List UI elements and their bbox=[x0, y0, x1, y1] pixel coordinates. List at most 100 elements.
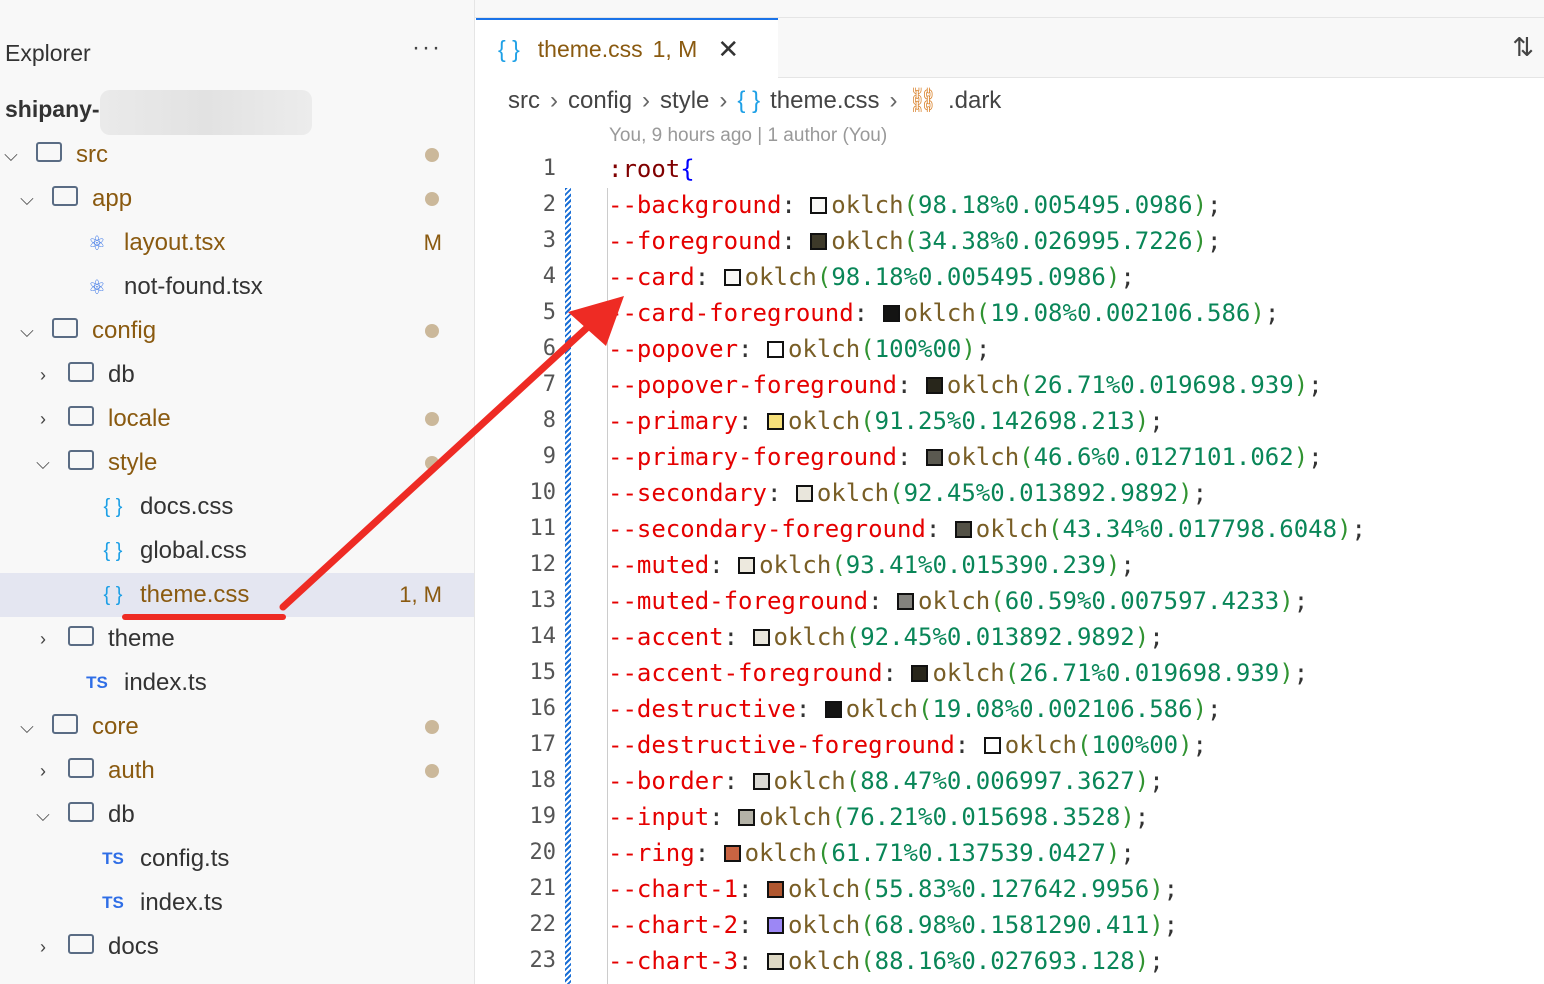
tree-item[interactable]: › theme bbox=[0, 617, 474, 661]
hue: 98.213 bbox=[1048, 407, 1135, 435]
git-blame-codelens[interactable]: You, 9 hours ago | 1 author (You) bbox=[609, 125, 887, 147]
breadcrumb-config[interactable]: config bbox=[568, 87, 632, 115]
tree-item-label: theme.css bbox=[140, 581, 250, 608]
chevron-right-icon[interactable]: › bbox=[33, 761, 53, 782]
tree-item[interactable]: TS index.ts bbox=[0, 661, 474, 705]
chevron-right-icon[interactable]: › bbox=[33, 629, 53, 650]
tree-item[interactable]: TS index.ts bbox=[0, 881, 474, 925]
color-swatch[interactable] bbox=[911, 664, 929, 682]
tree-item-label: auth bbox=[108, 757, 155, 784]
hue: 97.3627 bbox=[1033, 767, 1135, 795]
chevron-down-icon[interactable]: ⌵ bbox=[17, 321, 37, 342]
modified-dot bbox=[425, 456, 439, 470]
tree-item[interactable]: ⌵ style bbox=[0, 441, 474, 485]
code-line: --muted-foreground: oklch(60.59% 0.0075 … bbox=[608, 583, 1308, 619]
line-number: 12 bbox=[529, 552, 557, 577]
code-line: --accent-foreground: oklch(26.71% 0.0196… bbox=[608, 655, 1308, 691]
color-swatch[interactable] bbox=[723, 268, 741, 286]
color-swatch[interactable] bbox=[723, 844, 741, 862]
tree-item[interactable]: ⌵ src bbox=[0, 133, 474, 177]
chevron-right-icon[interactable]: › bbox=[33, 937, 53, 958]
chevron-down-icon[interactable]: ⌵ bbox=[33, 805, 53, 826]
tree-item[interactable]: › docs bbox=[0, 925, 474, 969]
tree-item[interactable]: › locale bbox=[0, 397, 474, 441]
color-swatch[interactable] bbox=[766, 916, 784, 934]
tree-item[interactable]: ⌵ config bbox=[0, 309, 474, 353]
css-variable-name: --popover-foreground bbox=[608, 371, 897, 399]
color-swatch[interactable] bbox=[925, 376, 943, 394]
code-line: --background: oklch(98.18% 0.0054 95.098… bbox=[608, 187, 1221, 223]
tree-item[interactable]: { } global.css bbox=[0, 529, 474, 573]
breadcrumb-dark[interactable]: .dark bbox=[948, 87, 1001, 115]
modified-dot bbox=[425, 764, 439, 778]
css-file-icon: { } bbox=[103, 495, 123, 518]
color-swatch[interactable] bbox=[810, 232, 828, 250]
hue: 0 bbox=[1163, 731, 1179, 759]
chevron-right-icon[interactable]: › bbox=[33, 365, 53, 386]
breadcrumb-src[interactable]: src bbox=[508, 87, 540, 115]
color-swatch[interactable] bbox=[752, 772, 770, 790]
line-number: 16 bbox=[529, 696, 557, 721]
more-actions-button[interactable]: ··· bbox=[412, 34, 442, 62]
css-variable-name: --chart-3 bbox=[608, 947, 739, 975]
color-swatch[interactable] bbox=[766, 340, 784, 358]
color-swatch[interactable] bbox=[795, 484, 813, 502]
tree-item[interactable]: ⚛ not-found.tsx bbox=[0, 265, 474, 309]
tree-item[interactable]: ⚛ layout.tsx M bbox=[0, 221, 474, 265]
css-selector: :root bbox=[608, 155, 681, 183]
chevron-down-icon[interactable]: ⌵ bbox=[17, 189, 37, 210]
modified-dot bbox=[425, 720, 439, 734]
tree-item[interactable]: { } docs.css bbox=[0, 485, 474, 529]
color-swatch[interactable] bbox=[983, 736, 1001, 754]
lightness: 60.59% bbox=[1004, 587, 1092, 615]
chroma: 0.1581 bbox=[961, 911, 1049, 939]
color-swatch[interactable] bbox=[882, 304, 900, 322]
color-swatch[interactable] bbox=[810, 196, 828, 214]
color-swatch[interactable] bbox=[738, 808, 756, 826]
breadcrumb-theme-css[interactable]: theme.css bbox=[770, 87, 879, 115]
breadcrumb: src › config › style › { } theme.css › ⛓ .da… bbox=[508, 86, 1002, 115]
git-status-badge: M bbox=[423, 230, 442, 255]
tree-item[interactable]: ⌵ app bbox=[0, 177, 474, 221]
color-swatch[interactable] bbox=[954, 520, 972, 538]
close-icon[interactable]: ✕ bbox=[717, 34, 739, 65]
git-compare-icon[interactable]: ⇅ bbox=[1512, 32, 1534, 63]
css-variable-name: --card bbox=[608, 263, 695, 291]
color-swatch[interactable] bbox=[897, 592, 914, 610]
chevron-right-icon[interactable]: › bbox=[33, 409, 53, 430]
tree-item-label: locale bbox=[108, 405, 171, 432]
lightness: 46.6% bbox=[1033, 443, 1106, 471]
tree-item[interactable]: ⌵ db bbox=[0, 793, 474, 837]
color-swatch[interactable] bbox=[766, 952, 784, 970]
color-swatch[interactable] bbox=[925, 448, 943, 466]
tree-item-label: src bbox=[76, 141, 108, 168]
line-number: 11 bbox=[529, 516, 557, 541]
tree-item[interactable]: TS config.ts bbox=[0, 837, 474, 881]
line-number: 21 bbox=[529, 876, 557, 901]
chevron-down-icon[interactable]: ⌵ bbox=[33, 453, 53, 474]
line-number: 9 bbox=[542, 444, 556, 469]
color-swatch[interactable] bbox=[766, 412, 784, 430]
color-swatch[interactable] bbox=[752, 628, 770, 646]
css-variable-name: --border bbox=[608, 767, 724, 795]
typescript-icon: TS bbox=[86, 673, 108, 692]
color-swatch[interactable] bbox=[766, 880, 784, 898]
tab-theme-css[interactable]: { } theme.css 1, M ✕ bbox=[476, 18, 778, 78]
lightness: 98.18% bbox=[831, 263, 919, 291]
chevron-down-icon[interactable]: ⌵ bbox=[1, 145, 21, 166]
chroma: 0.0153 bbox=[932, 551, 1020, 579]
color-swatch[interactable] bbox=[824, 700, 842, 718]
tree-item-label: docs bbox=[108, 933, 159, 960]
tree-item[interactable]: { } theme.css 1, M bbox=[0, 573, 474, 617]
workspace-name[interactable]: shipany- bbox=[5, 96, 100, 123]
tree-item[interactable]: › db bbox=[0, 353, 474, 397]
tree-item[interactable]: › auth bbox=[0, 749, 474, 793]
chevron-down-icon[interactable]: ⌵ bbox=[17, 717, 37, 738]
breadcrumb-style[interactable]: style bbox=[660, 87, 709, 115]
tree-item[interactable]: ⌵ core bbox=[0, 705, 474, 749]
hue: 101.062 bbox=[1192, 443, 1294, 471]
css-variable-name: --destructive bbox=[608, 695, 796, 723]
color-swatch[interactable] bbox=[738, 556, 756, 574]
hue: 95.0986 bbox=[1004, 263, 1106, 291]
lightness: 34.38% bbox=[918, 227, 1005, 255]
